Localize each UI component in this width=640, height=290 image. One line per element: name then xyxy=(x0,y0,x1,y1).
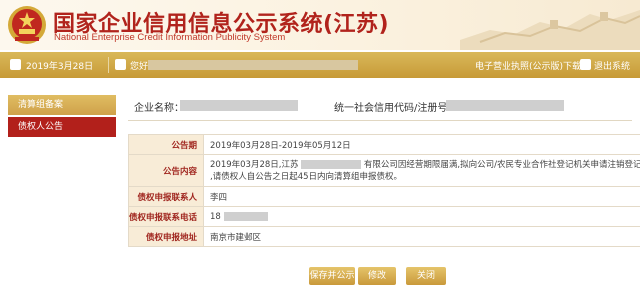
user-greeting: 您好 xyxy=(130,62,149,72)
sidebar-item-creditor-notice[interactable]: 债权人公告 xyxy=(8,117,116,137)
company-name-label: 企业名称： xyxy=(134,103,184,114)
section-divider xyxy=(128,120,632,121)
toolbar-divider xyxy=(108,57,109,73)
redacted-company-name xyxy=(180,100,298,111)
table-row: 债权申报联系电话 18 xyxy=(127,206,640,227)
notice-content-suffix: 有限公司因经营期限届满,拟向公司/农民专业合作社登记机关申请注销登记 xyxy=(363,159,640,170)
table-row: 公告期 2019年03月28日-2019年05月12日 xyxy=(127,134,640,155)
redacted-company xyxy=(301,159,362,169)
sidebar-item-label: 债权人公告 xyxy=(18,122,64,132)
sidebar-item-label: 清算组备案 xyxy=(18,100,64,110)
current-date: 2019年3月28日 xyxy=(26,62,94,72)
creditor-notice-form: 公告期 2019年03月28日-2019年05月12日 公告内容 2019年03… xyxy=(127,134,640,247)
notice-content-prefix: 2019年03月28日,江苏 xyxy=(210,159,299,170)
sidebar-item-liquidation-filing[interactable]: 清算组备案 xyxy=(8,95,116,115)
contact-phone-value: 18 xyxy=(203,206,640,227)
calendar-icon xyxy=(10,59,21,70)
notice-content-value: 2019年03月28日,江苏 有限公司因经营期限届满,拟向公司/农民专业合作社登… xyxy=(203,154,640,187)
notice-period-label: 公告期 xyxy=(127,134,205,155)
contact-phone-label: 债权申报联系电话 xyxy=(127,206,205,227)
credit-code-label: 统一社会信用代码/注册号： xyxy=(334,103,458,114)
table-row: 债权申报联系人 李四 xyxy=(127,186,640,207)
top-toolbar: 2019年3月28日 您好 电子营业执照(公示版)下载 退出系统 xyxy=(0,52,640,78)
close-button[interactable]: 关闭 xyxy=(406,267,446,285)
table-row: 债权申报地址 南京市建邺区 xyxy=(127,226,640,247)
contact-person-value: 李四 xyxy=(203,186,640,207)
great-wall-illustration xyxy=(460,10,640,50)
notice-content-line: 2019年03月28日,江苏 有限公司因经营期限届满,拟向公司/农民专业合作社登… xyxy=(210,159,640,171)
site-subtitle: National Enterprise Credit Information P… xyxy=(54,32,286,43)
license-download-link[interactable]: 电子营业执照(公示版)下载 xyxy=(475,59,581,72)
redacted-username xyxy=(148,60,358,70)
contact-person-label: 债权申报联系人 xyxy=(127,186,205,207)
notice-period-value: 2019年03月28日-2019年05月12日 xyxy=(203,134,640,155)
address-value: 南京市建邺区 xyxy=(203,226,640,247)
user-icon xyxy=(115,59,126,70)
sidebar: 清算组备案 债权人公告 xyxy=(8,95,116,137)
edit-button[interactable]: 修改 xyxy=(358,267,396,285)
contact-phone-prefix: 18 xyxy=(210,211,221,222)
logout-link[interactable]: 退出系统 xyxy=(594,59,630,72)
save-publish-button[interactable]: 保存并公示 xyxy=(309,267,355,285)
notice-content-line-2: ,请债权人自公告之日起45日内向清算组申报债权。 xyxy=(210,171,403,182)
address-label: 债权申报地址 xyxy=(127,226,205,247)
redacted-credit-code xyxy=(446,100,564,111)
notice-content-label: 公告内容 xyxy=(127,154,205,187)
redacted-phone xyxy=(223,211,268,221)
table-row: 公告内容 2019年03月28日,江苏 有限公司因经营期限届满,拟向公司/农民专… xyxy=(127,154,640,187)
national-emblem-icon xyxy=(8,6,46,44)
logout-icon[interactable] xyxy=(580,59,591,70)
site-header: 国家企业信用信息公示系统(江苏) National Enterprise Cre… xyxy=(0,0,640,50)
